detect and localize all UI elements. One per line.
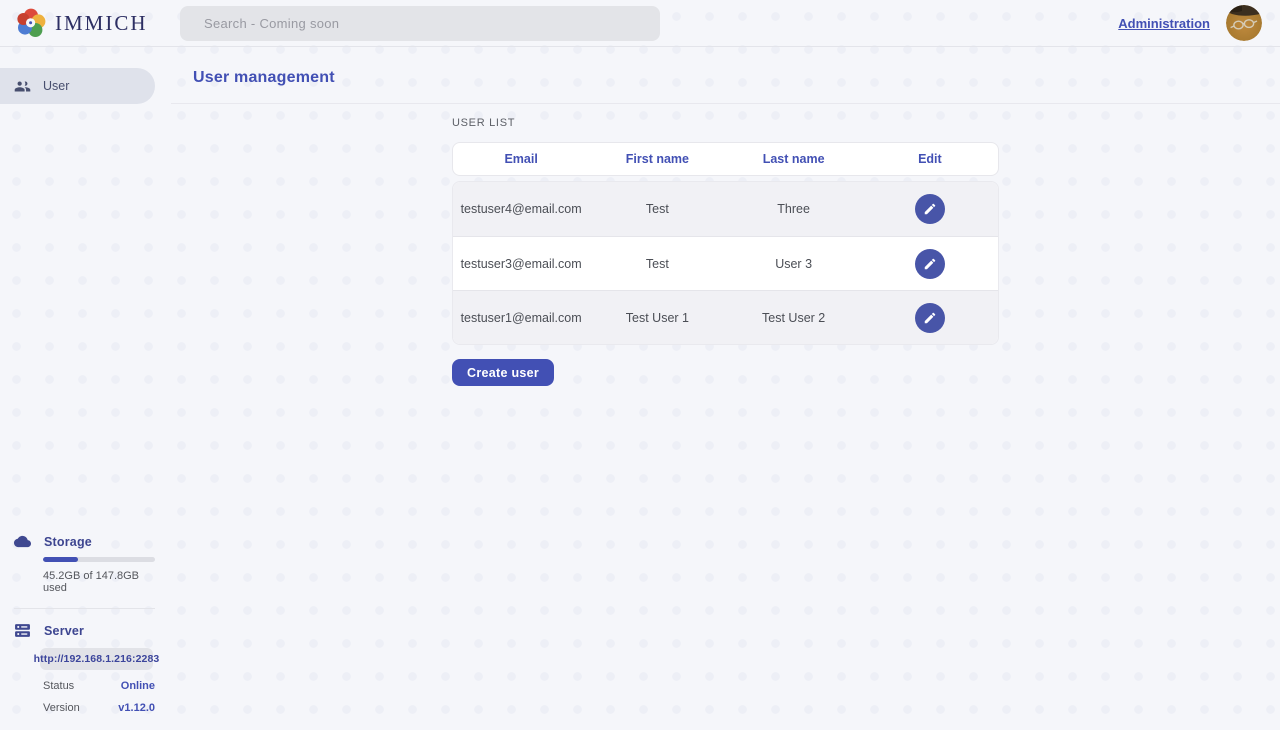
user-table: testuser4@email.com Test Three testuser3… [452, 181, 999, 345]
brand-name: IMMICH [55, 11, 148, 36]
table-row: testuser1@email.com Test User 1 Test Use… [453, 290, 998, 344]
cell-last-name: Three [726, 202, 862, 216]
edit-user-button[interactable] [915, 249, 945, 279]
column-header-edit: Edit [862, 152, 998, 166]
user-avatar[interactable] [1226, 5, 1262, 41]
sidebar-footer: Storage 45.2GB of 147.8GB used Ser [0, 533, 171, 730]
column-header-first-name: First name [589, 152, 725, 166]
create-user-button[interactable]: Create user [452, 359, 554, 386]
brand[interactable]: IMMICH [16, 8, 148, 38]
cell-last-name: Test User 2 [726, 311, 862, 325]
main-content: User management USER LIST Email First na… [171, 47, 1280, 730]
cell-first-name: Test [589, 257, 725, 271]
version-label: Version [43, 702, 80, 714]
storage-progress-bar [43, 557, 155, 562]
page-title: User management [193, 69, 1280, 87]
storage-progress-fill [43, 557, 78, 562]
app-screen: IMMICH Administration [0, 0, 1280, 730]
storage-title: Storage [44, 535, 92, 549]
version-value: v1.12.0 [118, 702, 155, 714]
sidebar-divider [14, 608, 155, 609]
server-title: Server [44, 624, 84, 638]
edit-user-button[interactable] [915, 194, 945, 224]
storage-usage-text: 45.2GB of 147.8GB used [43, 570, 155, 594]
sidebar-item-user-label: User [43, 79, 69, 93]
search-input[interactable] [180, 6, 660, 41]
top-navbar: IMMICH Administration [0, 0, 1280, 47]
cell-email: testuser1@email.com [453, 311, 589, 325]
sidebar-item-user[interactable]: User [0, 68, 155, 104]
user-list-label: USER LIST [452, 117, 999, 129]
table-header-row: Email First name Last name Edit [452, 142, 999, 176]
server-icon [14, 622, 31, 639]
avatar-image [1226, 5, 1262, 41]
cloud-icon [14, 533, 31, 550]
table-row: testuser4@email.com Test Three [453, 182, 998, 236]
server-version-row: Version v1.12.0 [43, 702, 155, 714]
administration-link[interactable]: Administration [1118, 16, 1210, 31]
cell-last-name: User 3 [726, 257, 862, 271]
user-list-section: USER LIST Email First name Last name Edi… [452, 117, 999, 386]
cell-email: testuser4@email.com [453, 202, 589, 216]
cell-email: testuser3@email.com [453, 257, 589, 271]
column-header-last-name: Last name [726, 152, 862, 166]
pencil-icon [923, 202, 937, 216]
topbar-right: Administration [1118, 5, 1262, 41]
server-heading: Server [14, 622, 155, 639]
storage-heading: Storage [14, 533, 155, 550]
cell-first-name: Test [589, 202, 725, 216]
sidebar: User Storage 45.2GB of 147.8GB used [0, 47, 171, 730]
status-label: Status [43, 680, 74, 692]
status-value: Online [121, 680, 155, 692]
people-icon [14, 78, 31, 95]
immich-logo-icon [16, 8, 46, 38]
server-status-row: Status Online [43, 680, 155, 692]
page-header: User management [171, 47, 1280, 104]
table-row: testuser3@email.com Test User 3 [453, 236, 998, 290]
edit-user-button[interactable] [915, 303, 945, 333]
cell-first-name: Test User 1 [589, 311, 725, 325]
column-header-email: Email [453, 152, 589, 166]
pencil-icon [923, 257, 937, 271]
server-url-chip: http://192.168.1.216:2283 [40, 648, 153, 670]
pencil-icon [923, 311, 937, 325]
